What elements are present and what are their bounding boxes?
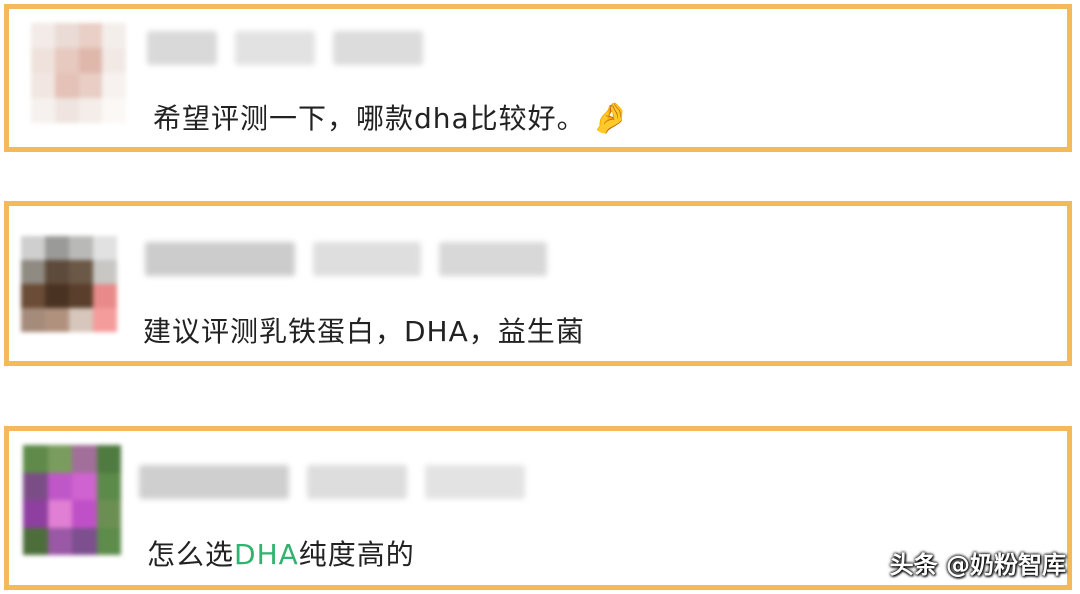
- comment-card: 希望评测一下，哪款dha比较好。 🤌: [4, 4, 1072, 152]
- username-blurred[interactable]: [145, 242, 547, 276]
- username-blurred[interactable]: [139, 465, 525, 499]
- user-avatar[interactable]: [31, 23, 126, 123]
- comment-text: 怎么选DHA纯度高的: [147, 533, 415, 573]
- comment-card: 建议评测乳铁蛋白，DHA，益生菌: [4, 201, 1072, 366]
- dha-keyword[interactable]: DHA: [234, 538, 299, 571]
- comment-body-pre: 怎么选: [147, 538, 235, 571]
- user-avatar[interactable]: [23, 445, 121, 555]
- comment-body-post: 纯度高的: [298, 538, 415, 571]
- user-avatar[interactable]: [21, 236, 117, 332]
- username-blurred[interactable]: [147, 31, 423, 65]
- comment-body: 希望评测一下，哪款dha比较好。: [153, 102, 586, 135]
- comment-text: 建议评测乳铁蛋白，DHA，益生菌: [143, 315, 585, 348]
- pinched-fingers-icon: 🤌: [591, 101, 631, 136]
- comment-text: 希望评测一下，哪款dha比较好。 🤌: [153, 97, 630, 137]
- watermark: 头条 @奶粉智库: [889, 551, 1066, 579]
